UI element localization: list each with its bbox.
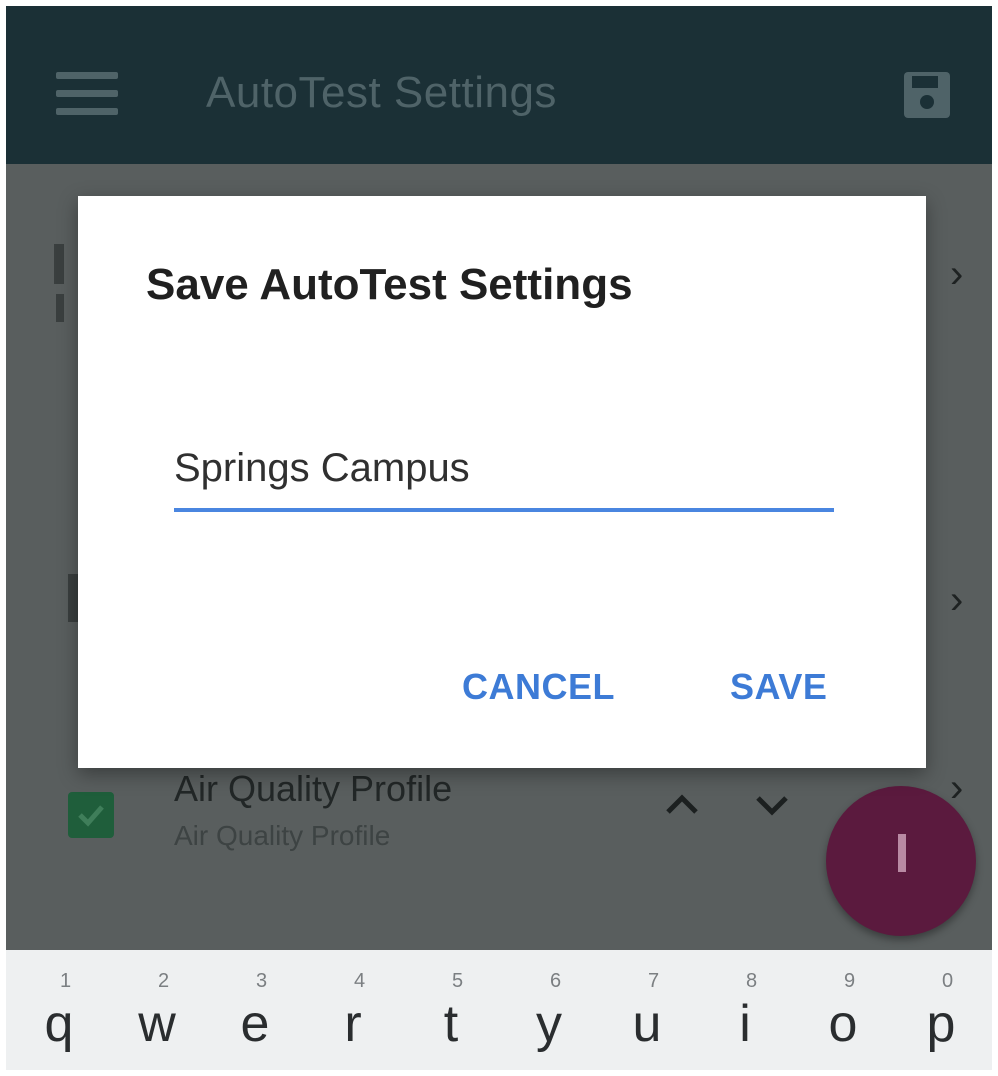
hamburger-menu-icon[interactable] <box>56 72 118 116</box>
list-item-label-fragment <box>56 294 64 322</box>
key-letter: p <box>926 995 956 1053</box>
phone-screen: AutoTest Settings › › Air Quality Profil… <box>6 6 992 1070</box>
key-letter: u <box>632 995 662 1053</box>
profile-title: Air Quality Profile <box>174 768 453 809</box>
key-o[interactable]: 9 o <box>794 950 892 1070</box>
cancel-button[interactable]: CANCEL <box>462 666 615 708</box>
checkbox[interactable] <box>68 792 114 838</box>
key-number: 9 <box>844 970 856 992</box>
key-p[interactable]: 0 p <box>892 950 990 1070</box>
key-letter: t <box>443 995 459 1053</box>
save-settings-dialog: Save AutoTest Settings CANCEL SAVE <box>78 196 926 768</box>
app-bar: AutoTest Settings <box>6 6 992 164</box>
floating-action-button[interactable] <box>826 786 976 936</box>
key-letter: o <box>828 995 858 1053</box>
key-number: 5 <box>452 970 464 992</box>
key-letter: q <box>44 995 74 1053</box>
key-letter: y <box>536 995 562 1053</box>
key-letter: w <box>138 995 176 1053</box>
key-number: 1 <box>60 970 72 992</box>
settings-name-input[interactable] <box>174 440 834 512</box>
key-q[interactable]: 1 q <box>10 950 108 1070</box>
key-letter: r <box>344 995 362 1053</box>
move-down-arrow-icon[interactable] <box>752 784 792 824</box>
key-number: 8 <box>746 970 758 992</box>
run-icon <box>898 834 906 872</box>
key-y[interactable]: 6 y <box>500 950 598 1070</box>
key-e[interactable]: 3 e <box>206 950 304 1070</box>
key-letter: e <box>240 995 270 1053</box>
key-number: 7 <box>648 970 660 992</box>
key-number: 3 <box>256 970 268 992</box>
app-bar-title: AutoTest Settings <box>206 68 557 117</box>
chevron-right-icon[interactable]: › <box>950 766 963 811</box>
key-number: 2 <box>158 970 170 992</box>
key-number: 6 <box>550 970 562 992</box>
list-item-label-fragment <box>68 574 78 622</box>
key-t[interactable]: 5 t <box>402 950 500 1070</box>
profile-subtitle: Air Quality Profile <box>174 820 391 851</box>
chevron-right-icon[interactable]: › <box>950 252 963 297</box>
key-w[interactable]: 2 w <box>108 950 206 1070</box>
key-r[interactable]: 4 r <box>304 950 402 1070</box>
list-item-label-fragment <box>54 244 64 284</box>
chevron-right-icon[interactable]: › <box>950 578 963 623</box>
floppy-disk-save-icon[interactable] <box>902 70 952 120</box>
key-number: 0 <box>942 970 954 992</box>
on-screen-keyboard: 1 q 2 w 3 e 4 r 5 t 6 y 7 u 8 i 9 o 0 p <box>6 950 992 1070</box>
dialog-title: Save AutoTest Settings <box>146 260 633 309</box>
key-i[interactable]: 8 i <box>696 950 794 1070</box>
key-u[interactable]: 7 u <box>598 950 696 1070</box>
key-number: 4 <box>354 970 366 992</box>
save-button[interactable]: SAVE <box>730 666 827 708</box>
key-letter: i <box>739 995 751 1053</box>
move-up-arrow-icon[interactable] <box>662 784 702 824</box>
